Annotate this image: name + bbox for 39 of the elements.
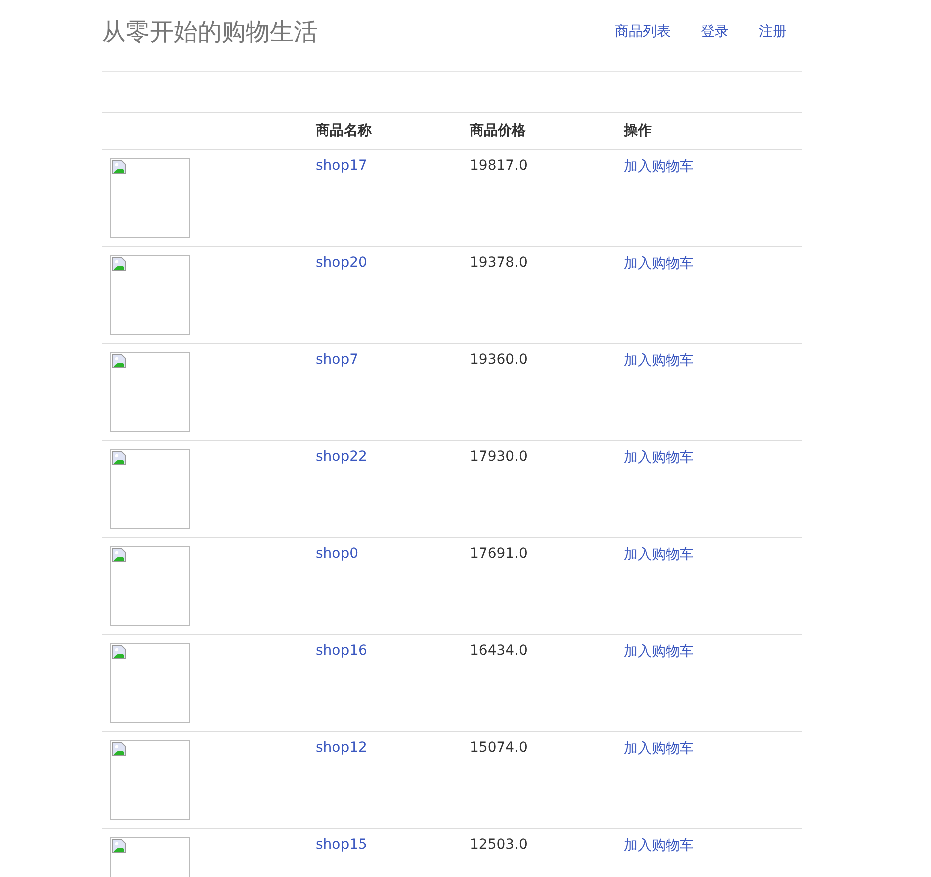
product-name-link[interactable]: shop17 <box>316 158 368 174</box>
column-header: 商品价格 <box>470 123 526 139</box>
product-name-link[interactable]: shop22 <box>316 449 368 465</box>
add-to-cart-link[interactable]: 加入购物车 <box>624 644 694 660</box>
price-text: 16434.0 <box>470 643 528 659</box>
price-text: 19378.0 <box>470 255 528 271</box>
price-text: 19360.0 <box>470 352 528 368</box>
add-to-cart-link[interactable]: 加入购物车 <box>624 547 694 563</box>
product-name-link[interactable]: shop20 <box>316 255 368 271</box>
column-header: 商品名称 <box>316 123 372 139</box>
price-text: 12503.0 <box>470 837 528 853</box>
broken-image-icon <box>112 548 128 564</box>
add-to-cart-link[interactable]: 加入购物车 <box>624 256 694 272</box>
add-to-cart-link[interactable]: 加入购物车 <box>624 159 694 175</box>
price-text: 17930.0 <box>470 449 528 465</box>
column-header: 操作 <box>624 123 652 139</box>
add-to-cart-link[interactable]: 加入购物车 <box>624 741 694 757</box>
broken-image-icon <box>112 742 128 758</box>
broken-image-icon <box>112 160 128 176</box>
broken-image-icon <box>112 451 128 467</box>
broken-image-icon <box>112 839 128 855</box>
product-name-link[interactable]: shop0 <box>316 546 359 562</box>
broken-image-icon <box>112 257 128 273</box>
add-to-cart-link[interactable]: 加入购物车 <box>624 450 694 466</box>
nav-link[interactable]: 注册 <box>744 22 802 40</box>
price-text: 17691.0 <box>470 546 528 562</box>
product-name-link[interactable]: shop7 <box>316 352 359 368</box>
add-to-cart-link[interactable]: 加入购物车 <box>624 838 694 854</box>
nav-link[interactable]: 登录 <box>686 22 744 40</box>
broken-image-icon <box>112 354 128 370</box>
nav-link[interactable]: 商品列表 <box>600 22 686 40</box>
product-name-link[interactable]: shop15 <box>316 837 368 853</box>
price-text: 19817.0 <box>470 158 528 174</box>
broken-image-icon <box>112 645 128 661</box>
site-title: 从零开始的购物生活 <box>102 16 318 48</box>
add-to-cart-link[interactable]: 加入购物车 <box>624 353 694 369</box>
price-text: 15074.0 <box>470 740 528 756</box>
product-name-link[interactable]: shop12 <box>316 740 368 756</box>
product-name-link[interactable]: shop16 <box>316 643 368 659</box>
